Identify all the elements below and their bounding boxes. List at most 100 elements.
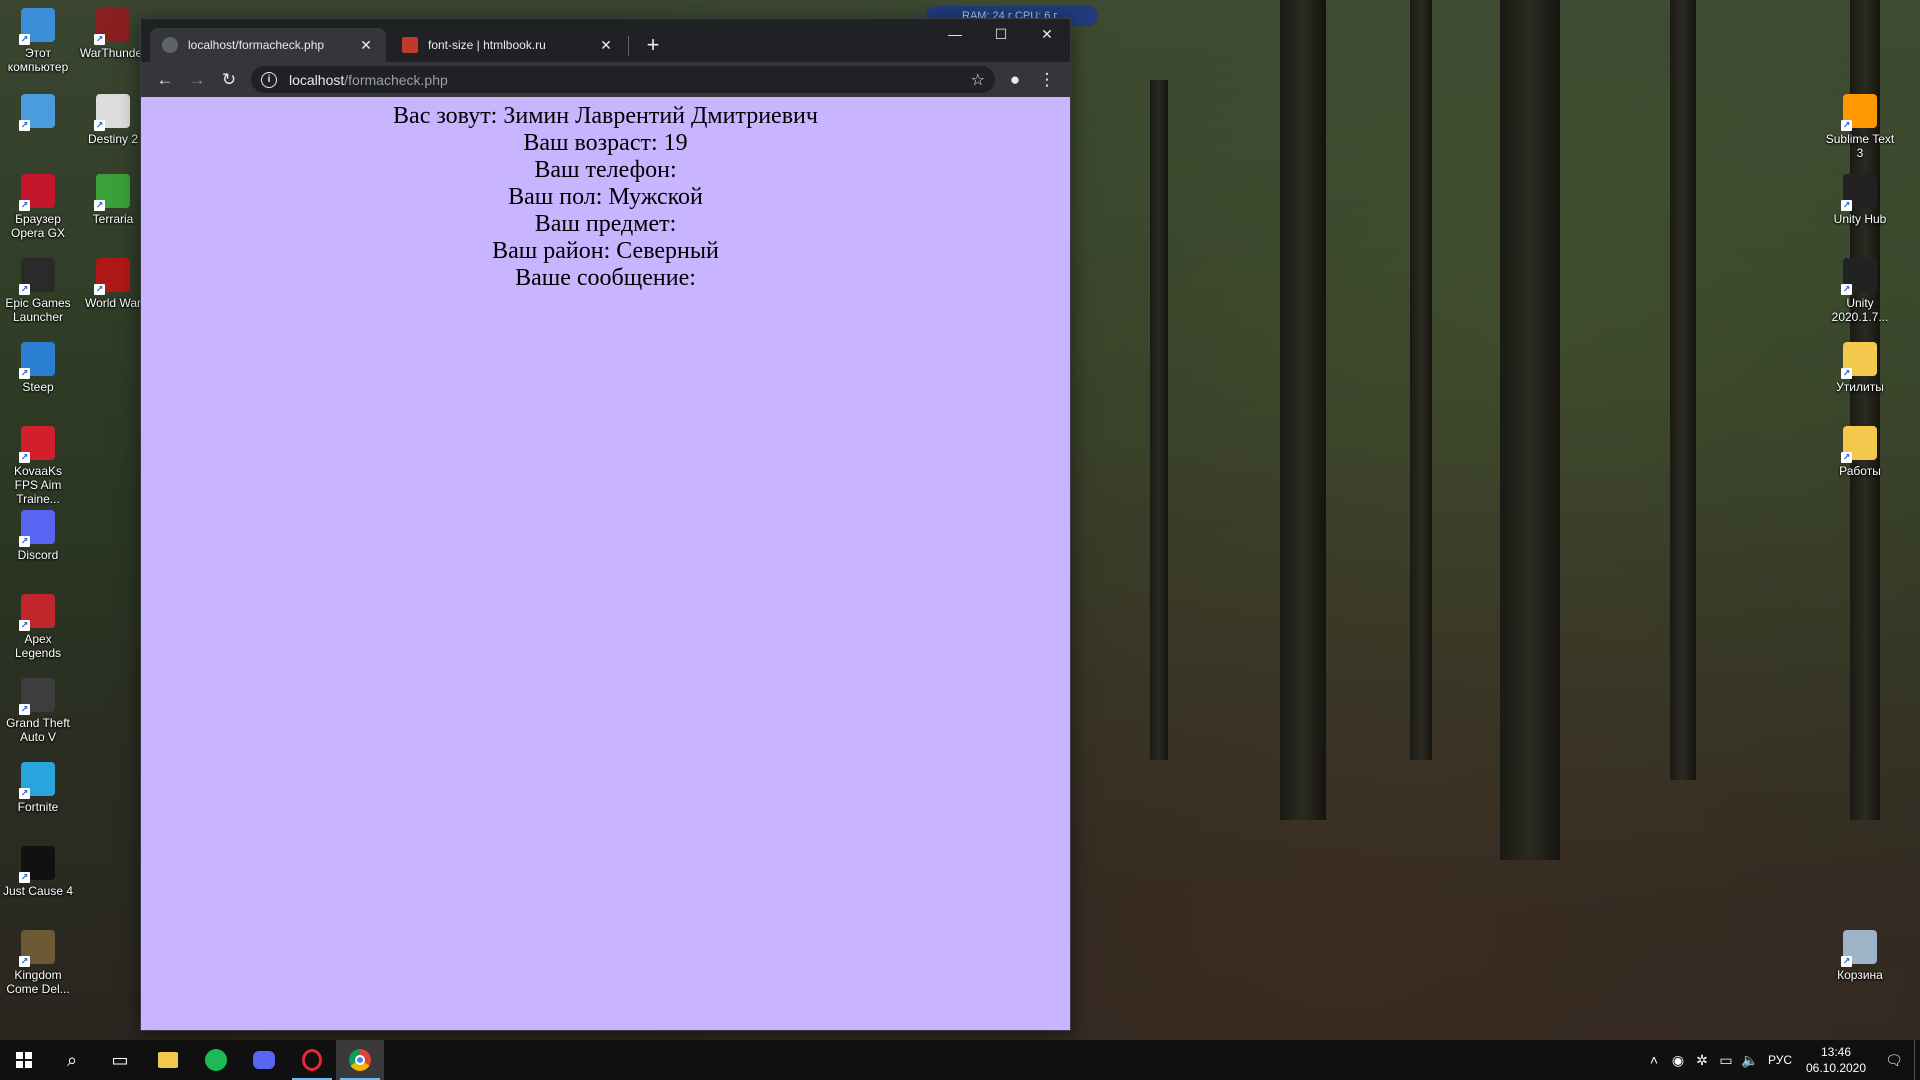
desktop-icon[interactable]: Grand Theft Auto V [1,678,75,744]
result-line: Ваш район: Северный [492,238,719,264]
menu-kebab-icon[interactable]: ⋮ [1032,65,1062,95]
file-explorer-icon[interactable] [144,1040,192,1080]
desktop-icon[interactable]: Unity 2020.1.7... [1823,258,1897,324]
apex-legends-icon [19,594,55,631]
tab-separator [628,36,629,56]
result-line: Вас зовут: Зимин Лаврентий Дмитриевич [393,103,818,129]
desktop-icon-label: Terraria [92,212,134,226]
desktop-icon[interactable]: Epic Games Launcher [1,258,75,324]
opera-gx-icon [19,174,55,211]
tab-htmlbook[interactable]: font-size | htmlbook.ru ✕ [390,28,626,62]
desktop-icon[interactable]: Terraria [76,174,150,226]
discord-icon[interactable] [240,1040,288,1080]
desktop-icon[interactable]: Kingdom Come Del... [1,930,75,996]
desktop-icon-label: Утилиты [1836,380,1884,394]
volume-icon[interactable]: 🔈 [1738,1052,1762,1069]
show-desktop-button[interactable] [1914,1040,1920,1080]
start-button[interactable] [0,1040,48,1080]
desktop-icon-label: Unity 2020.1.7... [1831,296,1889,324]
result-line: Ваш предмет: [534,211,677,237]
clock[interactable]: 13:46 06.10.2020 [1798,1044,1874,1076]
desktop-icon[interactable]: Корзина [1823,930,1897,982]
chrome-icon[interactable] [336,1040,384,1080]
desktop-icon-label: Epic Games Launcher [5,296,71,324]
this-pc-icon [19,8,55,45]
desktop-icon-label: World War [84,296,141,310]
desktop-icon-label: Работы [1839,464,1881,478]
search-icon[interactable]: ⌕ [48,1040,96,1080]
tab-strip: localhost/formacheck.php ✕ font-size | h… [141,19,1070,62]
bookmark-star-icon[interactable]: ☆ [971,70,985,90]
desktop-icon[interactable]: World War [76,258,150,310]
system-tray: ˄ ◉ ✲ ▭ 🔈 РУС 13:46 06.10.2020 🗨 [1642,1040,1920,1080]
close-tab-icon[interactable]: ✕ [358,37,374,54]
desktop-icon[interactable] [1,94,75,132]
control-panel-icon [19,94,55,131]
desktop-icon[interactable]: Discord [1,510,75,562]
new-tab-button[interactable]: + [639,32,667,60]
opera-gx-icon[interactable] [288,1040,336,1080]
desktop-icon[interactable]: Этот компьютер [1,8,75,74]
taskbar: ⌕ ▭ ˄ ◉ ✲ ▭ 🔈 РУС 13:46 06.10.2020 🗨 [0,1040,1920,1080]
result-line: Ваш телефон: [534,157,677,183]
desktop-icon-label: Apex Legends [14,632,62,660]
settings-tray-icon[interactable]: ✲ [1690,1052,1714,1069]
result-line: Ваш возраст: 19 [523,130,688,156]
desktop-icon[interactable]: Just Cause 4 [1,846,75,898]
minimize-button[interactable]: — [932,19,978,49]
spotify-icon[interactable] [192,1040,240,1080]
close-tab-icon[interactable]: ✕ [598,37,614,54]
profile-icon[interactable]: ● [1000,65,1030,95]
desktop-icon[interactable]: WarThunder [76,8,150,60]
epic-games-icon [19,258,55,295]
page-content: Вас зовут: Зимин Лаврентий Дмитриевич Ваш… [141,97,1070,1030]
desktop-icon-label: Kingdom Come Del... [6,968,70,996]
maximize-button[interactable]: ☐ [978,19,1024,49]
desktop-icon[interactable]: Apex Legends [1,594,75,660]
desktop-icon[interactable]: Fortnite [1,762,75,814]
tab-title: font-size | htmlbook.ru [428,38,546,52]
kovaaks-icon [19,426,55,463]
desktop-icon[interactable]: Unity Hub [1823,174,1897,226]
show-hidden-icons-icon[interactable]: ˄ [1642,1052,1666,1068]
network-icon[interactable]: ▭ [1714,1052,1738,1069]
task-view-icon[interactable]: ▭ [96,1040,144,1080]
world-war-z-icon [94,258,130,295]
close-window-button[interactable]: ✕ [1024,19,1070,49]
result-line: Ваш пол: Мужской [508,184,703,210]
site-info-icon[interactable]: i [261,71,277,88]
desktop-icon[interactable]: Браузер Opera GX [1,174,75,240]
forward-button[interactable]: → [181,65,213,95]
desktop-icon-label: Fortnite [17,800,59,814]
just-cause-4-icon [19,846,55,883]
desktop-icon[interactable]: Steep [1,342,75,394]
desktop-icon-label: Корзина [1837,968,1883,982]
gta-v-icon [19,678,55,715]
desktop-icon[interactable]: Утилиты [1823,342,1897,394]
terraria-icon [94,174,130,211]
desktop-icon-label: Unity Hub [1833,212,1887,226]
desktop-icon-label: Grand Theft Auto V [6,716,70,744]
security-icon[interactable]: ◉ [1666,1052,1690,1069]
url-text: localhost/formacheck.php [289,71,448,88]
desktop-icon[interactable]: Destiny 2 [76,94,150,146]
tab-formacheck[interactable]: localhost/formacheck.php ✕ [150,28,386,62]
desktop-icon[interactable]: KovaaKs FPS Aim Traine... [1,426,75,506]
recycle-bin-icon [1841,930,1877,967]
reload-button[interactable]: ↻ [213,65,245,95]
tab-title: localhost/formacheck.php [188,38,325,52]
desktop-icon-label: Браузер Opera GX [10,212,66,240]
action-center-icon[interactable]: 🗨 [1874,1052,1914,1069]
desktop-icon[interactable]: Работы [1823,426,1897,478]
fortnite-icon [19,762,55,799]
wallpaper-tree [1500,0,1560,860]
warthunder-icon [94,8,130,45]
browser-toolbar: ← → ↻ i localhost/formacheck.php ☆ ● ⋮ [141,62,1070,97]
sublime-text-icon [1841,94,1877,131]
address-bar[interactable]: i localhost/formacheck.php ☆ [251,66,995,93]
language-indicator[interactable]: РУС [1762,1053,1798,1067]
desktop-icon-label: Этот компьютер [7,46,69,74]
desktop-icon[interactable]: Sublime Text 3 [1823,94,1897,160]
desktop-icon-label: KovaaKs FPS Aim Traine... [13,464,63,506]
back-button[interactable]: ← [149,65,181,95]
